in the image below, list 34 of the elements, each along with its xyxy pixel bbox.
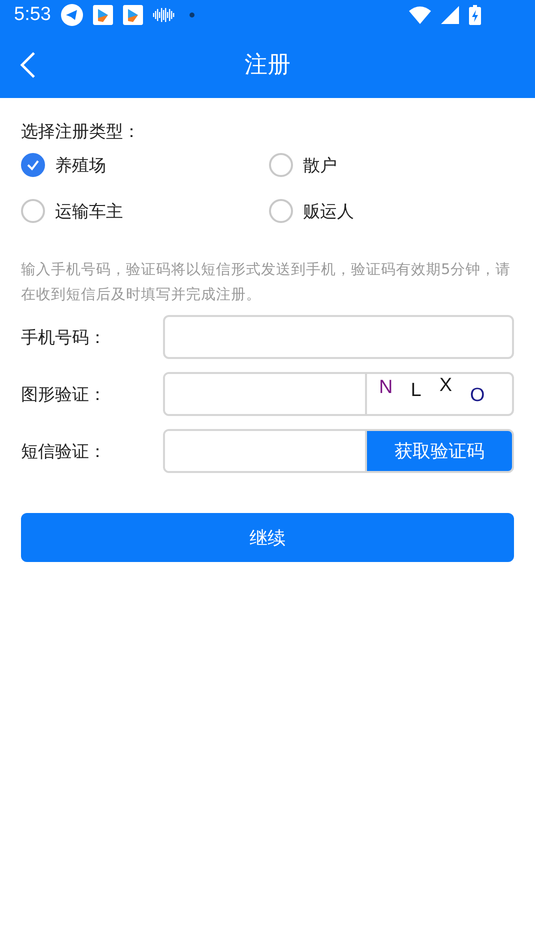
captcha-char: X (439, 375, 452, 397)
radio-option[interactable]: 运输车主 (21, 199, 269, 223)
continue-button[interactable]: 继续 (21, 513, 514, 562)
field-label: 图形验证： (21, 384, 107, 406)
captcha-field[interactable]: N L X O (163, 372, 514, 416)
captcha-image[interactable]: N L X O (367, 374, 512, 414)
wifi-icon (409, 6, 431, 24)
radio-button[interactable] (269, 153, 293, 177)
captcha-char: L (410, 380, 422, 402)
check-icon (26, 158, 40, 172)
app-notification-icon (122, 5, 143, 25)
radio-button[interactable] (21, 153, 45, 177)
status-time: 5:53 (14, 4, 51, 26)
get-code-button[interactable]: 获取验证码 (367, 431, 512, 471)
app-notification-icon (92, 5, 113, 25)
section-label: 选择注册类型： (21, 121, 141, 143)
captcha-char: N (379, 377, 393, 399)
field-label: 短信验证： (21, 440, 107, 462)
phone-input[interactable] (163, 315, 514, 359)
radio-option[interactable]: 散户 (269, 153, 514, 177)
sms-code-field[interactable]: 获取验证码 (163, 429, 514, 473)
hint-text: 输入手机号码，验证码将以短信形式发送到手机，验证码有效期5分钟，请在收到短信后及时填写并完成注册。 (21, 260, 512, 305)
battery-icon (469, 5, 481, 25)
back-button[interactable] (20, 52, 36, 78)
page-title: 注册 (244, 50, 290, 80)
captcha-char: O (470, 385, 485, 407)
radio-option[interactable]: 养殖场 (21, 153, 269, 177)
sound-wave-icon (152, 7, 175, 23)
telegram-icon (60, 4, 83, 26)
radio-button[interactable] (269, 199, 293, 223)
radio-button[interactable] (21, 199, 45, 223)
field-label: 手机号码： (21, 326, 107, 348)
signal-icon (441, 6, 459, 24)
radio-option[interactable]: 贩运人 (269, 199, 514, 223)
